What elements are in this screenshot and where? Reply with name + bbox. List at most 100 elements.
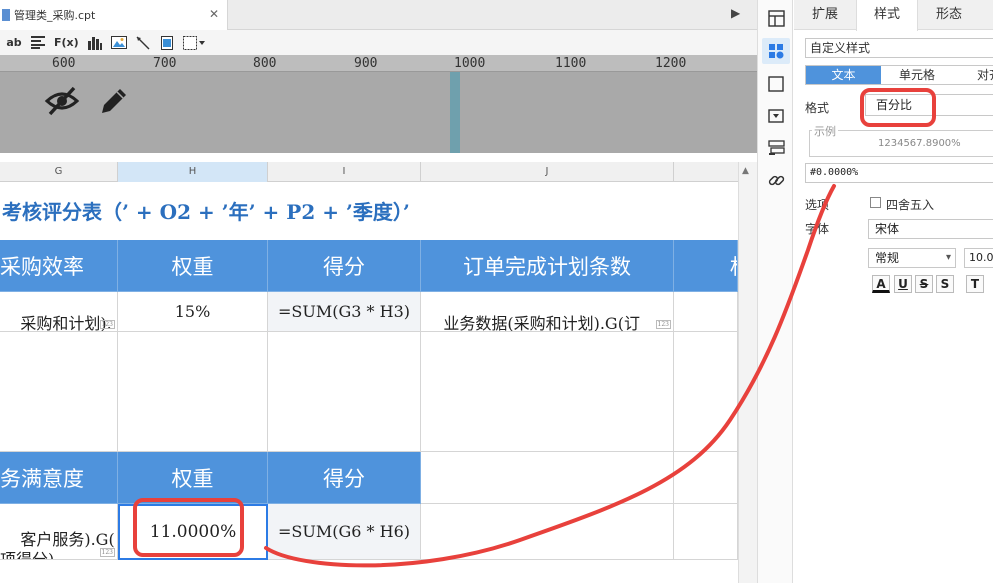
ruler-label: 1000 [454, 56, 486, 71]
eye-hidden-icon[interactable] [44, 85, 80, 120]
data-cell[interactable]: 客户服务).G( 项得分) 123 [0, 504, 118, 560]
tab-style[interactable]: 样式 [856, 0, 918, 31]
cell-attribute-icon[interactable] [762, 38, 790, 64]
strikethrough-button[interactable]: S [915, 275, 933, 293]
chart-icon[interactable] [87, 34, 103, 51]
cell-text: 采购和计划). 采购效率) [20, 314, 112, 332]
formula-cell[interactable]: =SUM(G3 * H3) [268, 292, 421, 332]
ruler-label: 800 [253, 56, 277, 71]
insert-toolbar: ab F(x) [0, 30, 757, 55]
tab-form[interactable]: 形态 [918, 0, 980, 30]
text-tool-button[interactable]: ab [6, 34, 22, 51]
file-icon [2, 9, 10, 21]
document-tab-title: 管理类_采购.cpt [14, 9, 96, 22]
ruler-label: 900 [354, 56, 378, 71]
font-weight-value: 常规 [875, 251, 900, 265]
data-cell[interactable] [674, 292, 738, 332]
underline-button[interactable]: U [894, 275, 912, 293]
report-sheet: 考核评分表（’ + O2 + ’年’ + P2 + ’季度）’ 采购效率 权重 … [0, 182, 738, 583]
empty-cell[interactable] [674, 504, 738, 560]
sample-legend: 示例 [812, 123, 838, 139]
subtab-text[interactable]: 文本 [806, 66, 881, 84]
tab-extension[interactable]: 扩展 [794, 0, 856, 30]
empty-cell[interactable] [421, 452, 674, 504]
panel-tabs: 扩展 样式 形态 [794, 0, 993, 31]
header-cell[interactable]: 订单完成计划条数 [421, 240, 674, 292]
scroll-up-icon[interactable]: ▲ [742, 166, 749, 176]
side-icon-strip [757, 0, 793, 583]
layout-icon[interactable] [766, 8, 786, 28]
formula-cell[interactable]: =SUM(G6 * H6) [268, 504, 421, 560]
header-cell[interactable]: 得分 [268, 240, 421, 292]
superscript-button[interactable]: T [966, 275, 984, 293]
formula-tool-button[interactable]: F(x) [54, 34, 79, 51]
sample-value: 1234567.8900% [878, 138, 961, 149]
document-tab-bar: 管理类_采购.cpt ✕ ▶ [0, 0, 757, 30]
empty-cell[interactable] [0, 332, 118, 452]
header-cell[interactable]: 权重 [118, 240, 268, 292]
format-select[interactable]: 百分比 [865, 94, 993, 116]
number-type-tag: 123 [655, 320, 671, 329]
data-cell[interactable]: 15% [118, 292, 268, 332]
column-header-h[interactable]: H [118, 162, 268, 182]
ruler-label: 600 [52, 56, 76, 71]
number-type-tag: 123 [99, 320, 115, 329]
column-header-j[interactable]: J [421, 162, 674, 182]
tab-menu-icon[interactable]: ▶ [731, 6, 740, 20]
report-title-cell[interactable]: 考核评分表（’ + O2 + ’年’ + P2 + ’季度）’ [0, 182, 738, 239]
format-pattern-input[interactable]: #0.0000% [805, 163, 993, 183]
number-type-tag: 123 [99, 548, 115, 557]
format-label: 格式 [805, 101, 830, 115]
options-label: 选项 [805, 198, 830, 212]
empty-cell[interactable] [674, 452, 738, 504]
font-select[interactable]: 宋体 [868, 219, 993, 239]
widget-icon[interactable] [766, 74, 786, 94]
page-boundary-marker[interactable] [450, 72, 460, 153]
dropdown-icon[interactable] [766, 106, 786, 126]
empty-cell[interactable] [118, 332, 268, 452]
horizontal-ruler: 600 700 800 900 1000 1100 1200 [0, 55, 757, 72]
column-header-bar: G H I J [0, 162, 757, 182]
element-icon[interactable] [766, 138, 786, 158]
data-cell[interactable]: 采购和计划). 采购效率) 123 [0, 292, 118, 332]
vertical-scrollbar[interactable]: ▲ [738, 162, 757, 583]
close-tab-icon[interactable]: ✕ [209, 7, 219, 21]
chevron-down-icon: ▾ [945, 252, 951, 263]
style-subtabs: 文本 单元格 对齐 [805, 65, 993, 85]
empty-cell[interactable] [268, 332, 421, 452]
subreport-icon[interactable] [159, 34, 175, 51]
ruler-label: 700 [153, 56, 177, 71]
empty-cell[interactable] [421, 332, 674, 452]
slash-icon[interactable] [135, 34, 151, 51]
data-cell[interactable]: 业务数据(采购和计划).G(订 单完成计划条数) 123 [421, 292, 674, 332]
document-tab[interactable]: 管理类_采购.cpt ✕ [0, 0, 228, 30]
round-label: 四舍五入 [886, 198, 935, 212]
font-size-input[interactable]: 10.0 [964, 248, 993, 268]
cell-text: 客户服务).G( 项得分) [0, 530, 115, 560]
header-cell[interactable]: 权 [674, 240, 738, 292]
font-weight-select[interactable]: 常规 ▾ [868, 248, 956, 268]
ruler-label: 1100 [555, 56, 587, 71]
pencil-edit-icon[interactable] [98, 85, 130, 120]
column-header-g[interactable]: G [0, 162, 118, 182]
font-color-button[interactable]: A [872, 275, 890, 293]
empty-cell[interactable] [421, 504, 674, 560]
subtab-cell[interactable]: 单元格 [881, 66, 953, 84]
header-cell[interactable]: 采购效率 [0, 240, 118, 292]
header-cell[interactable]: 得分 [268, 452, 421, 504]
image-icon[interactable] [110, 34, 127, 51]
font-label: 字体 [805, 222, 830, 236]
style-select[interactable]: 自定义样式 [805, 38, 993, 58]
header-cell[interactable]: 务满意度 [0, 452, 118, 504]
shadow-button[interactable]: S [936, 275, 954, 293]
link-icon[interactable] [766, 170, 786, 190]
subtab-align[interactable]: 对齐 [953, 66, 993, 84]
empty-cell[interactable] [674, 332, 738, 452]
header-cell[interactable]: 权重 [118, 452, 268, 504]
round-checkbox[interactable] [870, 197, 881, 208]
frame-dropdown-icon[interactable] [182, 34, 205, 51]
column-header-i[interactable]: I [268, 162, 421, 182]
align-icon[interactable] [30, 34, 46, 51]
selected-cell[interactable]: 11.0000% [118, 504, 268, 560]
cell-text: 业务数据(采购和计划).G(订 单完成计划条数) [443, 314, 640, 332]
